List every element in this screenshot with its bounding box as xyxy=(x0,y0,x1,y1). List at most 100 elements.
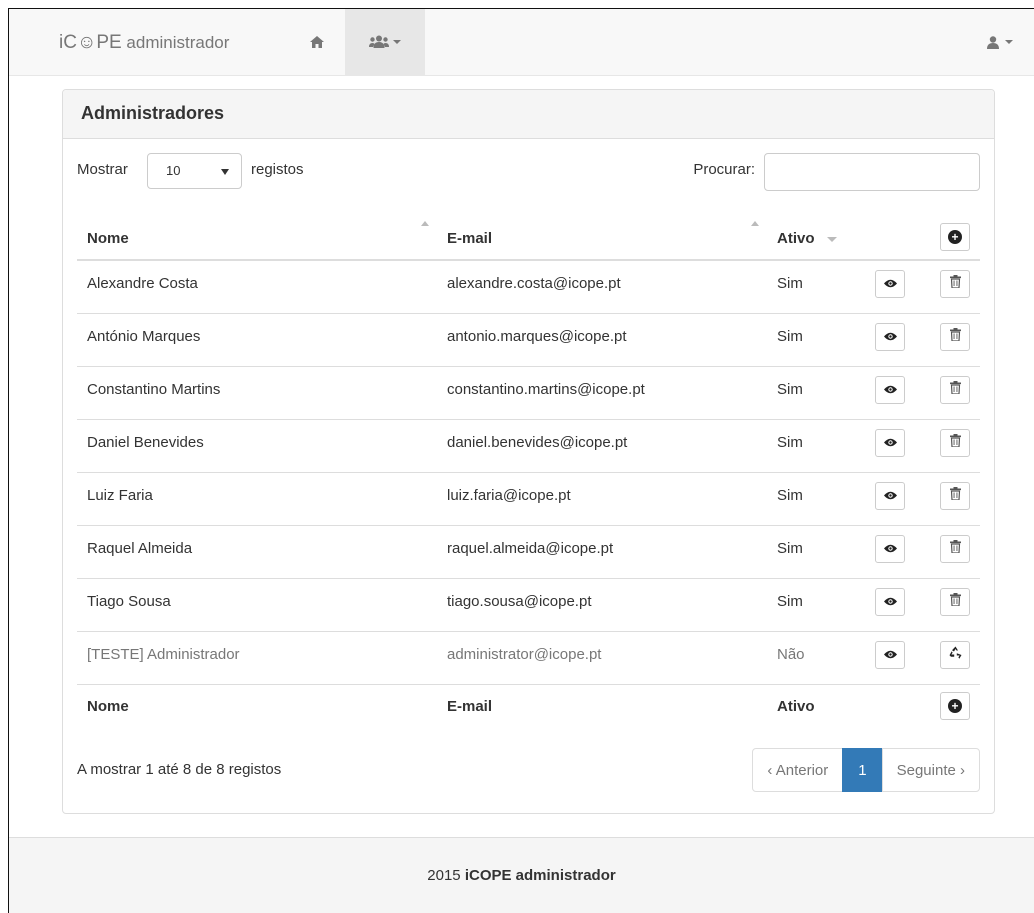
cell-view xyxy=(865,365,923,419)
view-button[interactable] xyxy=(875,322,905,351)
page-size-select[interactable]: 10 xyxy=(147,153,242,189)
table-row: António Marques antonio.marques@icope.pt S… xyxy=(77,312,980,366)
chevron-down-icon xyxy=(393,40,401,44)
cell-view xyxy=(865,630,923,684)
administrators-table: Nome E-mail Ativo + Alexandre Costa alexa… xyxy=(77,207,980,734)
search-label: Procurar: xyxy=(693,161,755,178)
search-input[interactable] xyxy=(764,153,980,191)
delete-button[interactable] xyxy=(940,269,970,298)
user-icon xyxy=(987,35,999,49)
chevron-down-icon xyxy=(1005,40,1013,44)
select-arrow-icon xyxy=(221,169,229,175)
column-header-name[interactable]: Nome xyxy=(77,207,437,261)
footer-header-email: E-mail xyxy=(437,683,767,734)
nav-users-dropdown[interactable] xyxy=(345,9,425,75)
view-button[interactable] xyxy=(875,640,905,669)
cell-action xyxy=(923,365,980,419)
cell-name: Daniel Benevides xyxy=(77,418,437,472)
trash-icon xyxy=(949,434,961,451)
delete-button[interactable] xyxy=(940,428,970,457)
eye-icon xyxy=(883,328,897,345)
cell-action xyxy=(923,312,980,366)
view-button[interactable] xyxy=(875,269,905,298)
panel-title: Administradores xyxy=(63,90,994,139)
brand-name: iC☺PE xyxy=(59,32,122,53)
cell-active: Sim xyxy=(777,275,803,293)
view-button[interactable] xyxy=(875,375,905,404)
eye-icon xyxy=(883,540,897,557)
header-active-label: Ativo xyxy=(777,230,815,247)
cell-email: antonio.marques@icope.pt xyxy=(437,312,767,366)
brand-suffix: administrador xyxy=(121,33,230,52)
table-row: Tiago Sousa tiago.sousa@icope.pt Sim xyxy=(77,577,980,631)
cell-name: Luiz Faria xyxy=(77,471,437,525)
delete-button[interactable] xyxy=(940,322,970,351)
cell-action xyxy=(923,577,980,631)
view-button[interactable] xyxy=(875,587,905,616)
pagination-next[interactable]: Seguinte › xyxy=(881,748,980,792)
table-row: Alexandre Costa alexandre.costa@icope.pt S… xyxy=(77,260,980,313)
column-header-active[interactable]: Ativo xyxy=(767,207,865,261)
cell-active: Sim xyxy=(767,577,865,631)
cell-email: tiago.sousa@icope.pt xyxy=(437,577,767,631)
footer-header-view xyxy=(865,683,923,734)
header-email-label: E-mail xyxy=(447,230,493,247)
column-header-add: + xyxy=(923,207,980,261)
records-label: registos xyxy=(251,161,304,178)
cell-action xyxy=(923,524,980,578)
delete-button[interactable] xyxy=(940,481,970,510)
add-administrator-button[interactable]: + xyxy=(940,692,970,721)
cell-active: Sim xyxy=(767,471,865,525)
trash-icon xyxy=(949,593,961,610)
cell-view xyxy=(865,524,923,578)
brand-link[interactable]: iC☺PE administrador xyxy=(59,32,229,54)
column-header-email[interactable]: E-mail xyxy=(437,207,767,261)
show-label: Mostrar xyxy=(77,161,128,178)
cell-email: administrator@icope.pt xyxy=(437,630,767,684)
cell-name: Tiago Sousa xyxy=(77,577,437,631)
plus-circle-icon: + xyxy=(948,699,962,714)
table-row: Raquel Almeida raquel.almeida@icope.pt Sim xyxy=(77,524,980,578)
home-icon xyxy=(310,36,324,48)
nav-home[interactable] xyxy=(299,9,335,75)
recycle-icon xyxy=(949,646,962,663)
delete-button[interactable] xyxy=(940,587,970,616)
table-row: Constantino Martins constantino.martins@i… xyxy=(77,365,980,419)
table-row: Daniel Benevides daniel.benevides@icope.p… xyxy=(77,418,980,472)
eye-icon xyxy=(883,487,897,504)
cell-view xyxy=(865,312,923,366)
app-frame: iC☺PE administrador Administradores Most… xyxy=(8,8,1034,913)
table-controls: Mostrar 10 registos Procurar: xyxy=(77,153,980,191)
column-header-view xyxy=(865,207,923,261)
eye-icon xyxy=(883,381,897,398)
trash-icon xyxy=(949,487,961,504)
cell-email: daniel.benevides@icope.pt xyxy=(437,418,767,472)
add-administrator-button[interactable]: + xyxy=(940,223,970,251)
cell-name: Alexandre Costa xyxy=(87,275,198,293)
users-icon xyxy=(369,35,389,48)
pagination: ‹ Anterior 1 Seguinte › xyxy=(752,748,980,792)
pagination-page-current[interactable]: 1 xyxy=(842,748,883,792)
footer-header-active: Ativo xyxy=(767,683,865,734)
view-button[interactable] xyxy=(875,481,905,510)
cell-active: Sim xyxy=(767,524,865,578)
delete-button[interactable] xyxy=(940,375,970,404)
footer-year: 2015 xyxy=(427,867,461,884)
navbar: iC☺PE administrador xyxy=(9,9,1034,76)
cell-name: Constantino Martins xyxy=(77,365,437,419)
footer-header-add: + xyxy=(923,683,980,734)
view-button[interactable] xyxy=(875,534,905,563)
trash-icon xyxy=(949,381,961,398)
eye-icon xyxy=(883,434,897,451)
pagination-previous[interactable]: ‹ Anterior xyxy=(752,748,844,792)
table-row: [TESTE] Administrador administrator@icope… xyxy=(77,630,980,684)
nav-user-dropdown[interactable] xyxy=(976,9,1024,75)
cell-view xyxy=(865,577,923,631)
eye-icon xyxy=(883,593,897,610)
cell-active: Sim xyxy=(767,365,865,419)
delete-button[interactable] xyxy=(940,534,970,563)
view-button[interactable] xyxy=(875,428,905,457)
restore-button[interactable] xyxy=(940,640,970,669)
eye-icon xyxy=(883,646,897,663)
eye-icon xyxy=(883,275,897,292)
